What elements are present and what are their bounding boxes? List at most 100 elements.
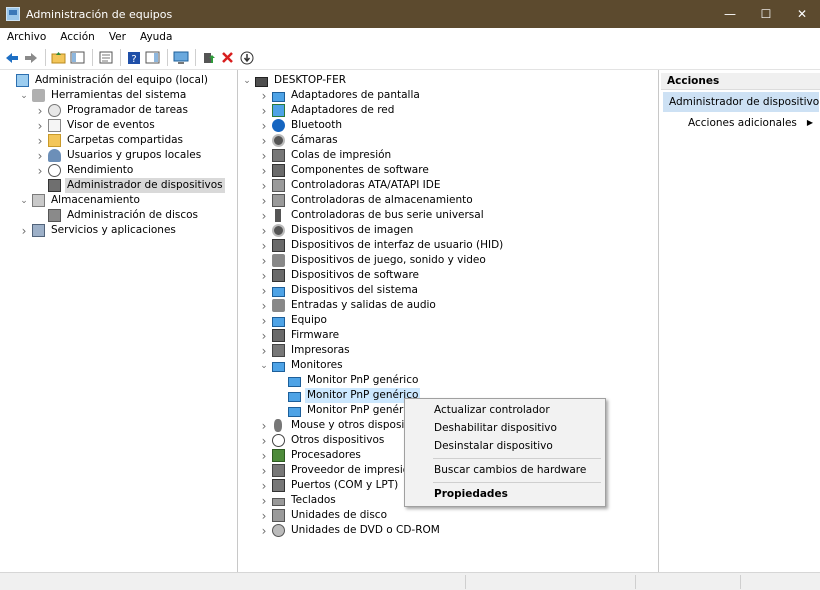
tree-item[interactable]: › Adaptadores de pantalla [259, 88, 422, 103]
expand-arrow-icon[interactable]: › [259, 268, 269, 283]
expand-arrow-icon[interactable]: › [259, 88, 269, 103]
tree-item[interactable]: Monitor PnP genérico [275, 373, 420, 388]
expand-arrow-icon[interactable]: › [259, 103, 269, 118]
collapse-arrow-icon[interactable]: ⌄ [242, 73, 252, 88]
tree-item[interactable]: › Programador de tareas [35, 103, 190, 118]
expand-arrow-icon[interactable]: › [259, 448, 269, 463]
tree-item[interactable]: › Dispositivos de interfaz de usuario (HI… [259, 238, 505, 253]
tree-item[interactable]: › Puertos (COM y LPT) [259, 478, 400, 493]
tree-item[interactable]: Monitor PnP genérico [275, 403, 420, 418]
menu-ayuda[interactable]: Ayuda [133, 31, 179, 43]
tree-item[interactable]: Monitor PnP genérico [275, 388, 421, 403]
tree-item[interactable]: › Servicios y aplicaciones [19, 223, 178, 238]
maximize-button[interactable]: ☐ [748, 0, 784, 28]
tree-item[interactable]: › Colas de impresión [259, 148, 393, 163]
collapse-arrow-icon[interactable]: ⌄ [19, 88, 29, 103]
uninstall-icon[interactable] [219, 49, 236, 66]
tree-item[interactable]: ⌄ Herramientas del sistema [19, 88, 188, 103]
expand-arrow-icon[interactable]: › [259, 343, 269, 358]
tree-item[interactable]: › Cámaras [259, 133, 340, 148]
expand-arrow-icon[interactable]: › [259, 238, 269, 253]
expand-arrow-icon[interactable]: › [259, 418, 269, 433]
expand-arrow-icon[interactable]: › [259, 253, 269, 268]
ctx-scan-hardware[interactable]: Buscar cambios de hardware [406, 461, 604, 479]
expand-arrow-icon[interactable]: › [259, 478, 269, 493]
action-pane-icon[interactable] [144, 49, 161, 66]
expand-arrow-icon[interactable]: › [35, 133, 45, 148]
actions-section-device-manager[interactable]: Administrador de dispositivos ▲ [663, 92, 819, 112]
properties-icon[interactable] [97, 49, 114, 66]
collapse-arrow-icon[interactable]: ⌄ [19, 193, 29, 208]
expand-arrow-icon[interactable]: › [259, 208, 269, 223]
tree-item[interactable]: › Dispositivos de juego, sonido y video [259, 253, 488, 268]
more-actions-item[interactable]: Acciones adicionales ▶ [688, 114, 816, 131]
tree-item[interactable]: › Controladoras de almacenamiento [259, 193, 475, 208]
tree-item[interactable]: › Usuarios y grupos locales [35, 148, 203, 163]
tree-item[interactable]: › Otros dispositivos [259, 433, 386, 448]
expand-arrow-icon[interactable]: › [35, 103, 45, 118]
tree-item[interactable]: › Dispositivos de imagen [259, 223, 415, 238]
tree-item[interactable]: › Unidades de DVD o CD-ROM [259, 523, 442, 538]
computer-icon[interactable] [172, 49, 189, 66]
menu-accion[interactable]: Acción [53, 31, 102, 43]
expand-arrow-icon[interactable]: › [259, 163, 269, 178]
menu-archivo[interactable]: Archivo [0, 31, 53, 43]
tree-item[interactable]: › Teclados [259, 493, 338, 508]
tree-item[interactable]: ⌄ Almacenamiento [19, 193, 142, 208]
tree-item[interactable]: › Unidades de disco [259, 508, 389, 523]
expand-arrow-icon[interactable]: › [35, 118, 45, 133]
expand-arrow-icon[interactable]: › [259, 133, 269, 148]
tree-item[interactable]: › Carpetas compartidas [35, 133, 185, 148]
help-icon[interactable]: ? [125, 49, 142, 66]
tree-item[interactable]: › Firmware [259, 328, 341, 343]
expand-arrow-icon[interactable]: › [259, 283, 269, 298]
tree-item[interactable]: Administrador de dispositivos [35, 178, 225, 193]
expand-arrow-icon[interactable]: › [35, 163, 45, 178]
tree-item[interactable]: Administración del equipo (local) [3, 73, 210, 88]
tree-item[interactable]: › Controladoras ATA/ATAPI IDE [259, 178, 442, 193]
expand-arrow-icon[interactable]: › [259, 118, 269, 133]
expand-arrow-icon[interactable]: › [19, 223, 29, 238]
tree-item[interactable]: › Bluetooth [259, 118, 344, 133]
ctx-update-driver[interactable]: Actualizar controlador [406, 401, 604, 419]
tree-item[interactable]: › Visor de eventos [35, 118, 157, 133]
tree-item[interactable]: › Equipo [259, 313, 329, 328]
back-arrow-icon[interactable] [3, 49, 20, 66]
ctx-properties[interactable]: Propiedades [406, 485, 604, 503]
tree-item[interactable]: › Rendimiento [35, 163, 135, 178]
close-button[interactable]: ✕ [784, 0, 820, 28]
minimize-button[interactable]: — [712, 0, 748, 28]
tree-item[interactable]: › Procesadores [259, 448, 363, 463]
scan-hardware-icon[interactable] [238, 49, 255, 66]
tree-item[interactable]: › Adaptadores de red [259, 103, 396, 118]
expand-arrow-icon[interactable]: › [259, 223, 269, 238]
tree-item[interactable]: ⌄ Monitores [259, 358, 345, 373]
up-folder-icon[interactable] [50, 49, 67, 66]
expand-arrow-icon[interactable]: › [259, 523, 269, 538]
expand-arrow-icon[interactable]: › [259, 463, 269, 478]
expand-arrow-icon[interactable]: › [259, 328, 269, 343]
expand-arrow-icon[interactable]: › [259, 148, 269, 163]
tree-item[interactable]: › Dispositivos del sistema [259, 283, 420, 298]
expand-arrow-icon[interactable]: › [259, 508, 269, 523]
update-driver-icon[interactable] [200, 49, 217, 66]
show-hide-tree-icon[interactable] [69, 49, 86, 66]
tree-item[interactable]: Administración de discos [35, 208, 200, 223]
expand-arrow-icon[interactable]: › [259, 313, 269, 328]
collapse-arrow-icon[interactable]: ⌄ [259, 358, 269, 373]
ctx-disable-device[interactable]: Deshabilitar dispositivo [406, 419, 604, 437]
tree-item[interactable]: › Impresoras [259, 343, 352, 358]
tree-item[interactable]: › Componentes de software [259, 163, 431, 178]
tree-item[interactable]: › Dispositivos de software [259, 268, 421, 283]
tree-item[interactable]: › Entradas y salidas de audio [259, 298, 438, 313]
menu-ver[interactable]: Ver [102, 31, 133, 43]
device-tree-root[interactable]: ⌄ DESKTOP-FER [242, 73, 348, 88]
expand-arrow-icon[interactable]: › [259, 493, 269, 508]
forward-arrow-icon[interactable] [22, 49, 39, 66]
expand-arrow-icon[interactable]: › [259, 178, 269, 193]
expand-arrow-icon[interactable]: › [259, 298, 269, 313]
expand-arrow-icon[interactable]: › [35, 148, 45, 163]
expand-arrow-icon[interactable]: › [259, 433, 269, 448]
tree-item[interactable]: › Controladoras de bus serie universal [259, 208, 486, 223]
expand-arrow-icon[interactable]: › [259, 193, 269, 208]
